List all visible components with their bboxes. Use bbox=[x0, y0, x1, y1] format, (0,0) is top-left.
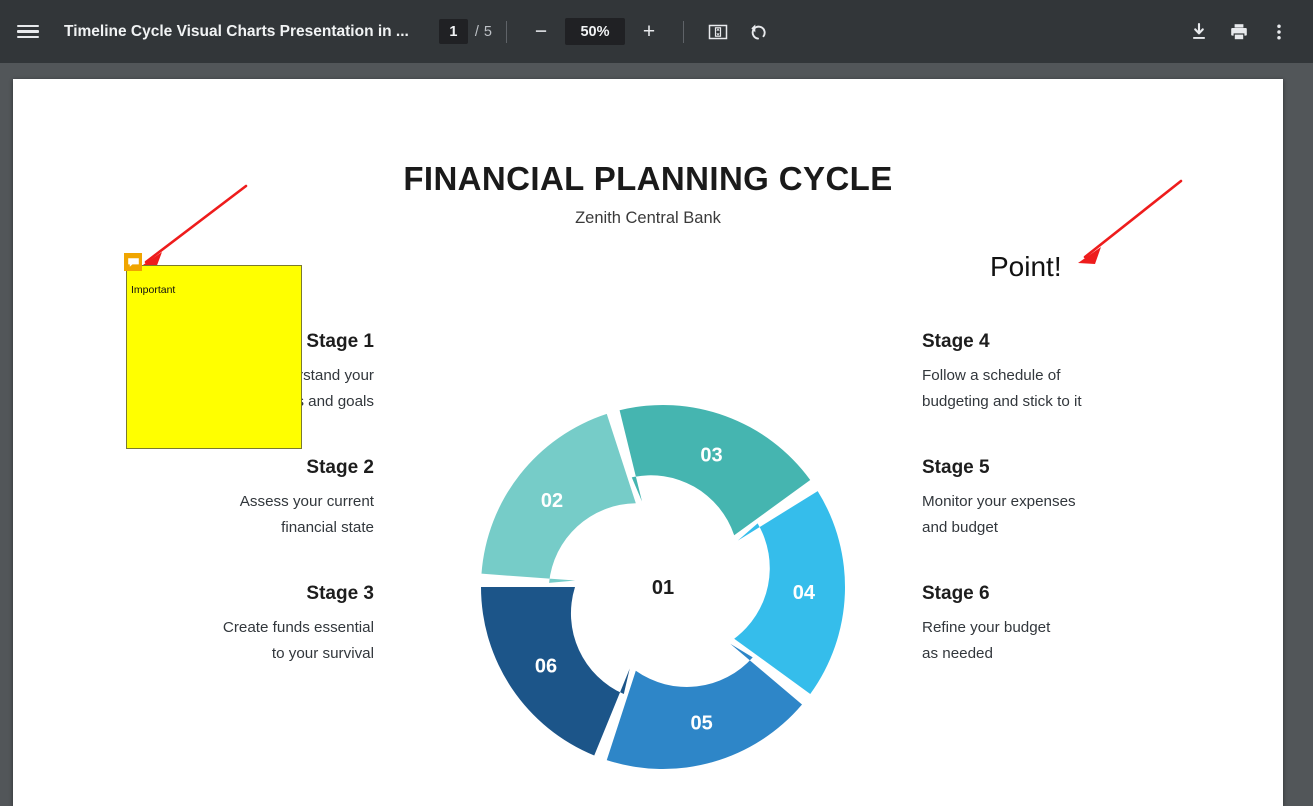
minus-icon: − bbox=[534, 20, 548, 43]
pdf-toolbar: Timeline Cycle Visual Charts Presentatio… bbox=[0, 0, 1313, 63]
donut-segment-label: 05 bbox=[690, 713, 712, 735]
donut-center-label: 01 bbox=[652, 577, 674, 599]
page-number-input[interactable] bbox=[438, 19, 468, 44]
toolbar-right-group bbox=[1179, 12, 1313, 52]
stage-desc-line: Assess your current bbox=[239, 493, 374, 511]
donut-segment-label: 06 bbox=[535, 656, 557, 678]
donut-segment-label: 02 bbox=[541, 490, 563, 512]
stage-heading: Stage 5 bbox=[922, 457, 990, 479]
donut-segment-label: 03 bbox=[700, 445, 722, 467]
stage-description: Monitor your expenses and budget bbox=[922, 489, 1172, 540]
stage-desc-line: Follow a schedule of bbox=[922, 367, 1061, 384]
toolbar-divider-1 bbox=[505, 20, 507, 43]
stage-description: Follow a schedule of budgeting and stick… bbox=[922, 363, 1172, 414]
pdf-viewer-area[interactable]: FINANCIAL PLANNING CYCLE Zenith Central … bbox=[0, 63, 1313, 806]
rotate-button[interactable] bbox=[738, 12, 778, 52]
fit-to-page-icon bbox=[708, 24, 728, 39]
download-button[interactable] bbox=[1179, 12, 1219, 52]
cycle-donut-chart: 02 03 04 05 06 01 bbox=[481, 404, 846, 769]
stage-item-4: Stage 4 Follow a schedule of budgeting a… bbox=[922, 331, 1172, 414]
plus-icon: + bbox=[642, 20, 656, 43]
stage-heading: Stage 2 bbox=[306, 457, 374, 479]
page-title: FINANCIAL PLANNING CYCLE bbox=[403, 160, 893, 197]
toolbar-left-group: Timeline Cycle Visual Charts Presentatio… bbox=[0, 12, 409, 52]
stage-item-3: Stage 3 Create funds essential to your s… bbox=[124, 583, 374, 666]
toolbar-divider-2 bbox=[682, 20, 684, 43]
more-options-icon bbox=[1277, 23, 1281, 40]
stage-description: Create funds essential to your survival bbox=[124, 615, 374, 666]
stage-item-5: Stage 5 Monitor your expenses and budget bbox=[922, 457, 1172, 540]
text-annotation-point[interactable]: Point! bbox=[990, 251, 1062, 283]
stage-item-2: Stage 2 Assess your current financial st… bbox=[124, 457, 374, 540]
stage-desc-line: and budget bbox=[922, 518, 999, 536]
print-icon bbox=[1231, 23, 1247, 40]
page-subtitle: Zenith Central Bank bbox=[575, 209, 721, 227]
zoom-level-input[interactable] bbox=[564, 18, 625, 45]
document-title: Timeline Cycle Visual Charts Presentatio… bbox=[64, 22, 409, 40]
download-icon bbox=[1193, 22, 1205, 39]
page-navigation: / 5 bbox=[438, 19, 492, 44]
page-total-count: 5 bbox=[483, 23, 492, 40]
stage-desc-line: to your survival bbox=[271, 644, 374, 662]
stage-heading: Stage 4 bbox=[922, 331, 990, 352]
stage-desc-line: Monitor your expenses bbox=[922, 493, 1076, 511]
stage-description: Refine your budget as needed bbox=[922, 615, 1172, 666]
stage-heading: Stage 3 bbox=[306, 583, 374, 605]
right-stage-column: Stage 4 Follow a schedule of budgeting a… bbox=[922, 331, 1172, 666]
zoom-controls: − + bbox=[521, 12, 669, 52]
stage-desc-line: as needed bbox=[922, 644, 993, 662]
stage-description: Assess your current financial state bbox=[124, 489, 374, 540]
print-button[interactable] bbox=[1219, 12, 1259, 52]
zoom-in-button[interactable]: + bbox=[629, 12, 669, 52]
hamburger-menu-icon[interactable] bbox=[8, 12, 48, 52]
comment-note-icon[interactable] bbox=[124, 253, 142, 271]
more-options-button[interactable] bbox=[1259, 12, 1299, 52]
fit-to-page-button[interactable] bbox=[698, 12, 738, 52]
rotate-counterclockwise-icon bbox=[751, 23, 766, 40]
sticky-note-annotation[interactable]: Important bbox=[126, 265, 302, 449]
pdf-page-1: FINANCIAL PLANNING CYCLE Zenith Central … bbox=[13, 79, 1283, 806]
stage-item-6: Stage 6 Refine your budget as needed bbox=[922, 583, 1172, 666]
stage-heading: Stage 6 bbox=[922, 583, 990, 605]
stage-desc-line: budgeting and stick to it bbox=[922, 392, 1082, 410]
stage-desc-line: Refine your budget bbox=[922, 619, 1051, 637]
stage-desc-line: Create funds essential bbox=[222, 619, 374, 637]
sticky-note-text: Important bbox=[131, 284, 176, 296]
donut-segment-label: 04 bbox=[793, 582, 816, 604]
speech-bubble-glyph bbox=[127, 257, 139, 267]
page-separator: / bbox=[474, 23, 479, 40]
toolbar-center-group: / 5 − + bbox=[409, 12, 1179, 52]
zoom-out-button[interactable]: − bbox=[521, 12, 561, 52]
stage-desc-line: financial state bbox=[281, 518, 374, 536]
